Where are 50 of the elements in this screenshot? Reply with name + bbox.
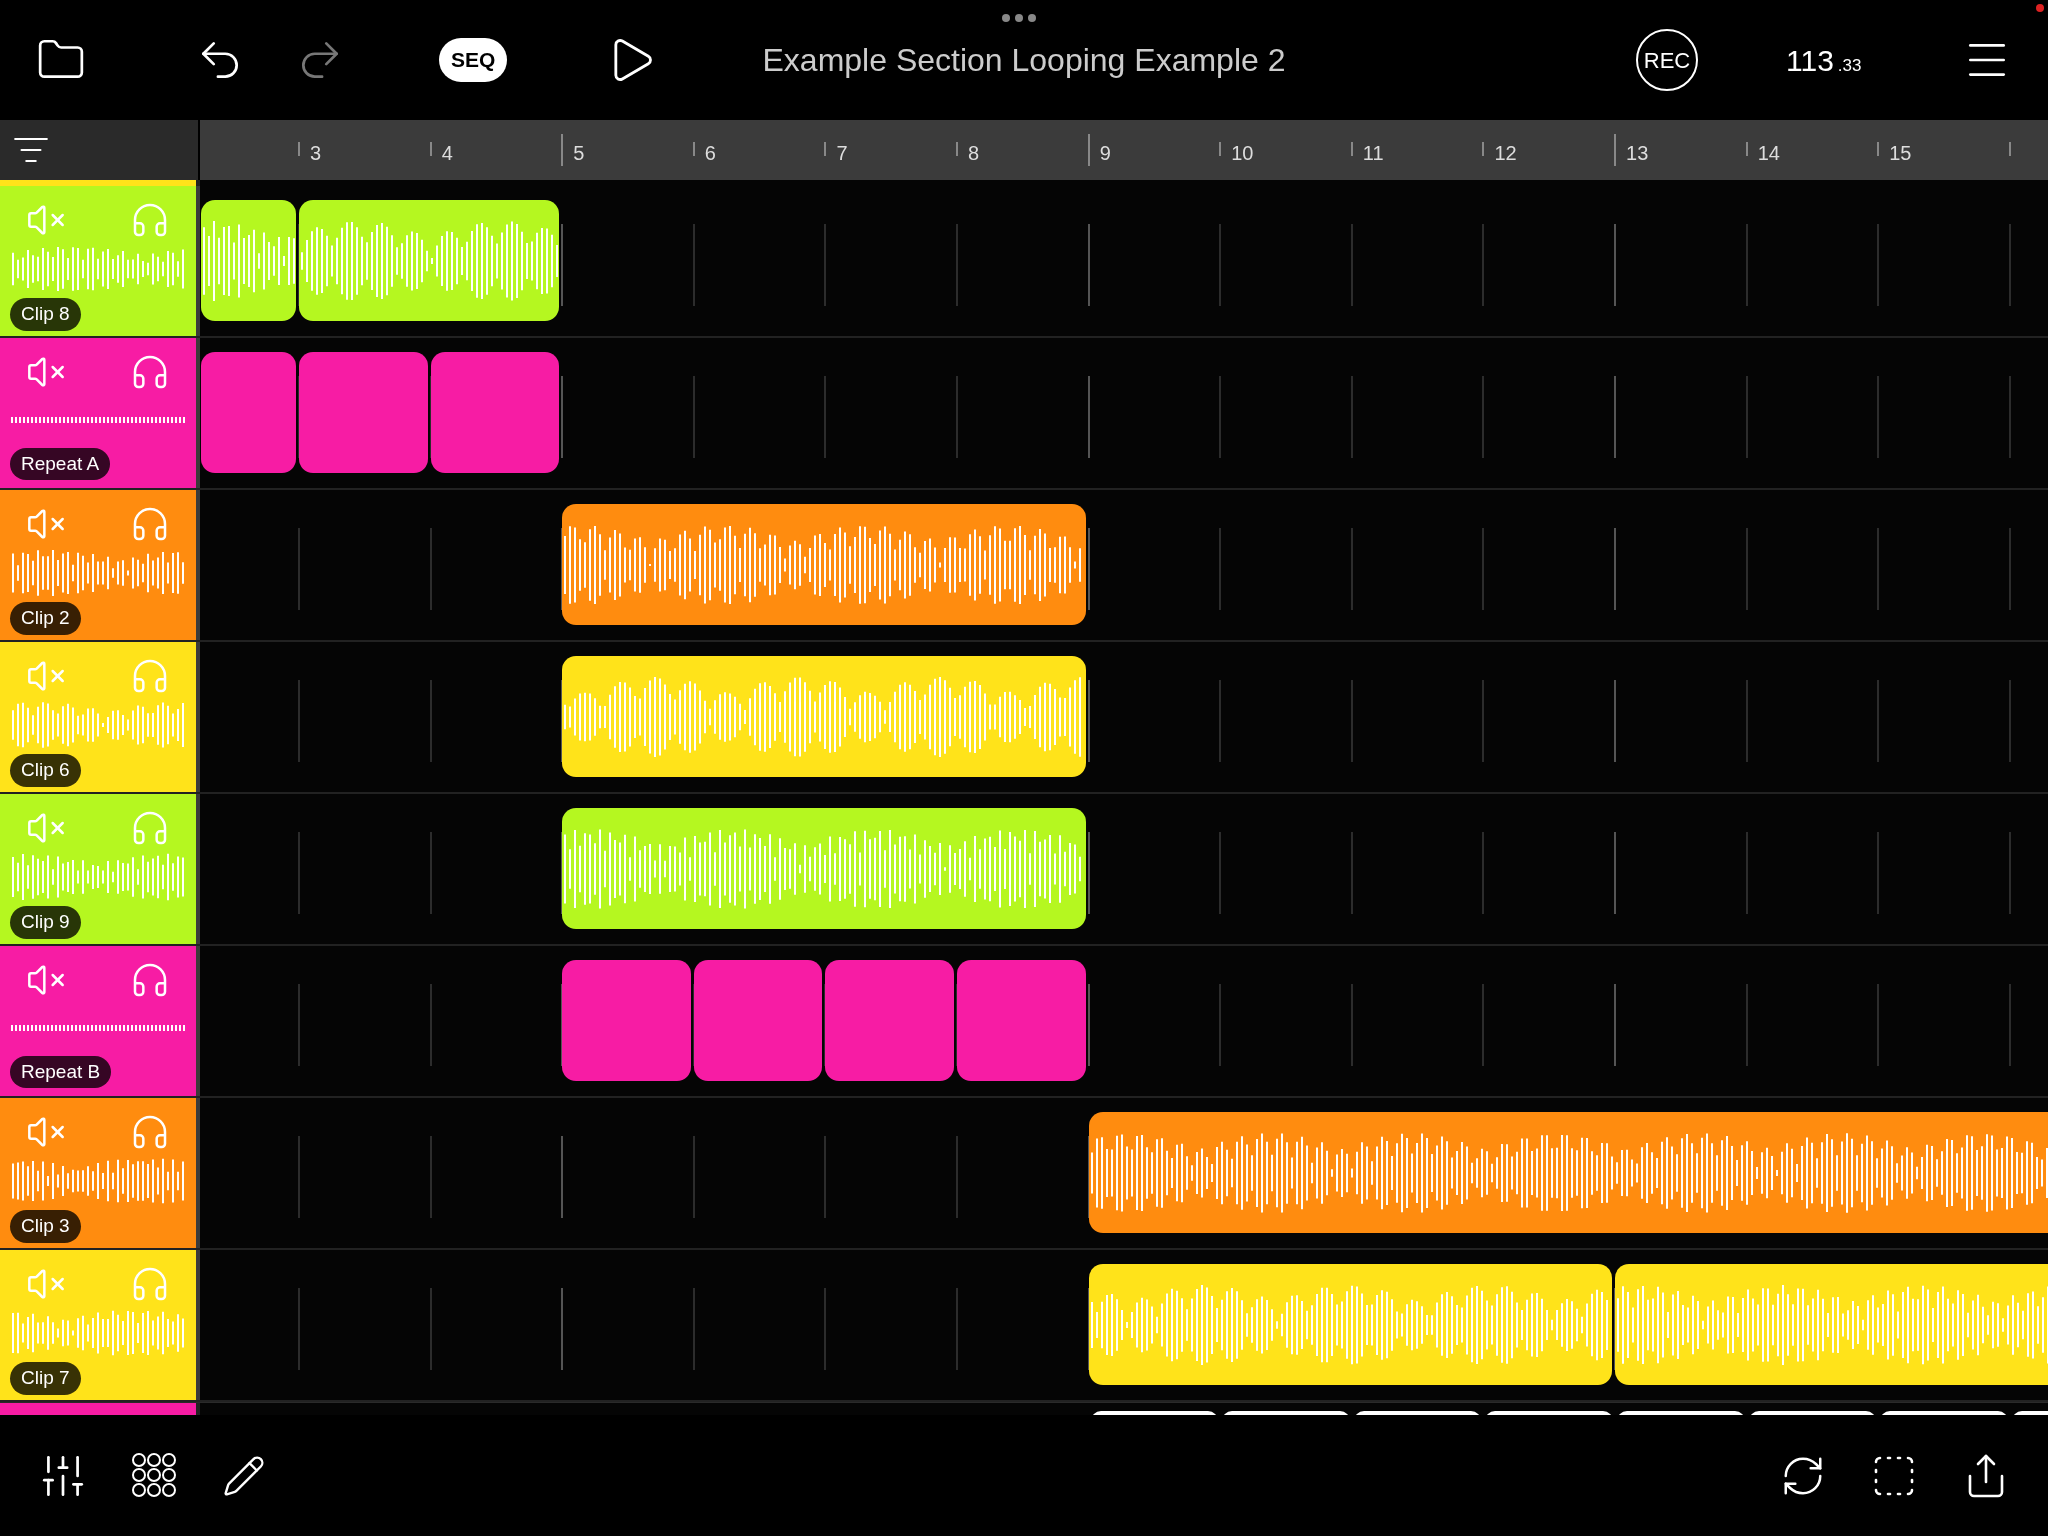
bar-number: 15 xyxy=(1889,141,1912,166)
bar-number: 8 xyxy=(968,141,980,166)
track-name: Clip 2 xyxy=(10,602,81,635)
track-name: Clip 6 xyxy=(10,754,81,787)
bar-number: 9 xyxy=(1099,141,1111,166)
track-name: Clip 3 xyxy=(10,1210,81,1243)
track-header[interactable]: Repeat B xyxy=(0,946,196,1096)
clip-block[interactable] xyxy=(562,656,1086,777)
bar-number: 5 xyxy=(573,141,585,166)
clip-block[interactable] xyxy=(1615,1264,2048,1385)
bar-number: 3 xyxy=(310,141,322,166)
clip-block[interactable] xyxy=(201,200,297,321)
clip-block[interactable] xyxy=(562,960,691,1081)
bar-number: 6 xyxy=(704,141,716,166)
clip-block[interactable] xyxy=(299,352,428,473)
track-header[interactable]: Repeat A xyxy=(0,338,196,488)
track-name: Clip 8 xyxy=(10,298,81,331)
track-header[interactable]: Clip 3 xyxy=(0,1098,196,1248)
track-header[interactable] xyxy=(0,1403,196,1415)
bar-number: 13 xyxy=(1626,141,1649,166)
timeline-ruler[interactable]: 3 4 5 6 7 8 9 10 11 12 13 14 15 xyxy=(200,120,2048,180)
seq-button[interactable]: SEQ xyxy=(439,38,508,82)
bar-number: 14 xyxy=(1757,141,1780,166)
window-title: Example Section Looping Example 2 xyxy=(762,41,1286,80)
track-name: Clip 7 xyxy=(10,1362,81,1395)
tempo-value[interactable]: 113 xyxy=(1786,37,1834,83)
record-button[interactable]: REC xyxy=(1636,29,1698,91)
track-header[interactable] xyxy=(0,180,196,186)
clip-block[interactable] xyxy=(1088,1264,1613,1385)
clip-block[interactable] xyxy=(693,960,823,1081)
clip-block[interactable] xyxy=(430,352,560,473)
track-name: Repeat A xyxy=(10,447,111,480)
track-header[interactable]: Clip 2 xyxy=(0,490,196,640)
bar-number: 7 xyxy=(836,141,848,166)
clip-block[interactable] xyxy=(299,200,560,321)
bar-number: 10 xyxy=(1231,141,1254,166)
bar-number: 11 xyxy=(1362,141,1384,166)
clip-block[interactable] xyxy=(562,808,1086,929)
track-name: Clip 9 xyxy=(10,906,81,939)
clip-block[interactable] xyxy=(1088,1112,2048,1233)
grid-icon[interactable] xyxy=(132,1452,178,1499)
tempo-fraction[interactable]: .33 xyxy=(1837,52,1862,78)
track-name: Repeat B xyxy=(10,1055,112,1088)
bar-number: 4 xyxy=(441,141,453,166)
bar-number: 12 xyxy=(1494,141,1517,166)
more-icon[interactable] xyxy=(1002,14,1036,22)
clip-block[interactable] xyxy=(562,504,1086,625)
clip-block[interactable] xyxy=(825,960,955,1081)
clip-block[interactable] xyxy=(957,960,1086,1081)
clip-block[interactable] xyxy=(201,352,297,473)
